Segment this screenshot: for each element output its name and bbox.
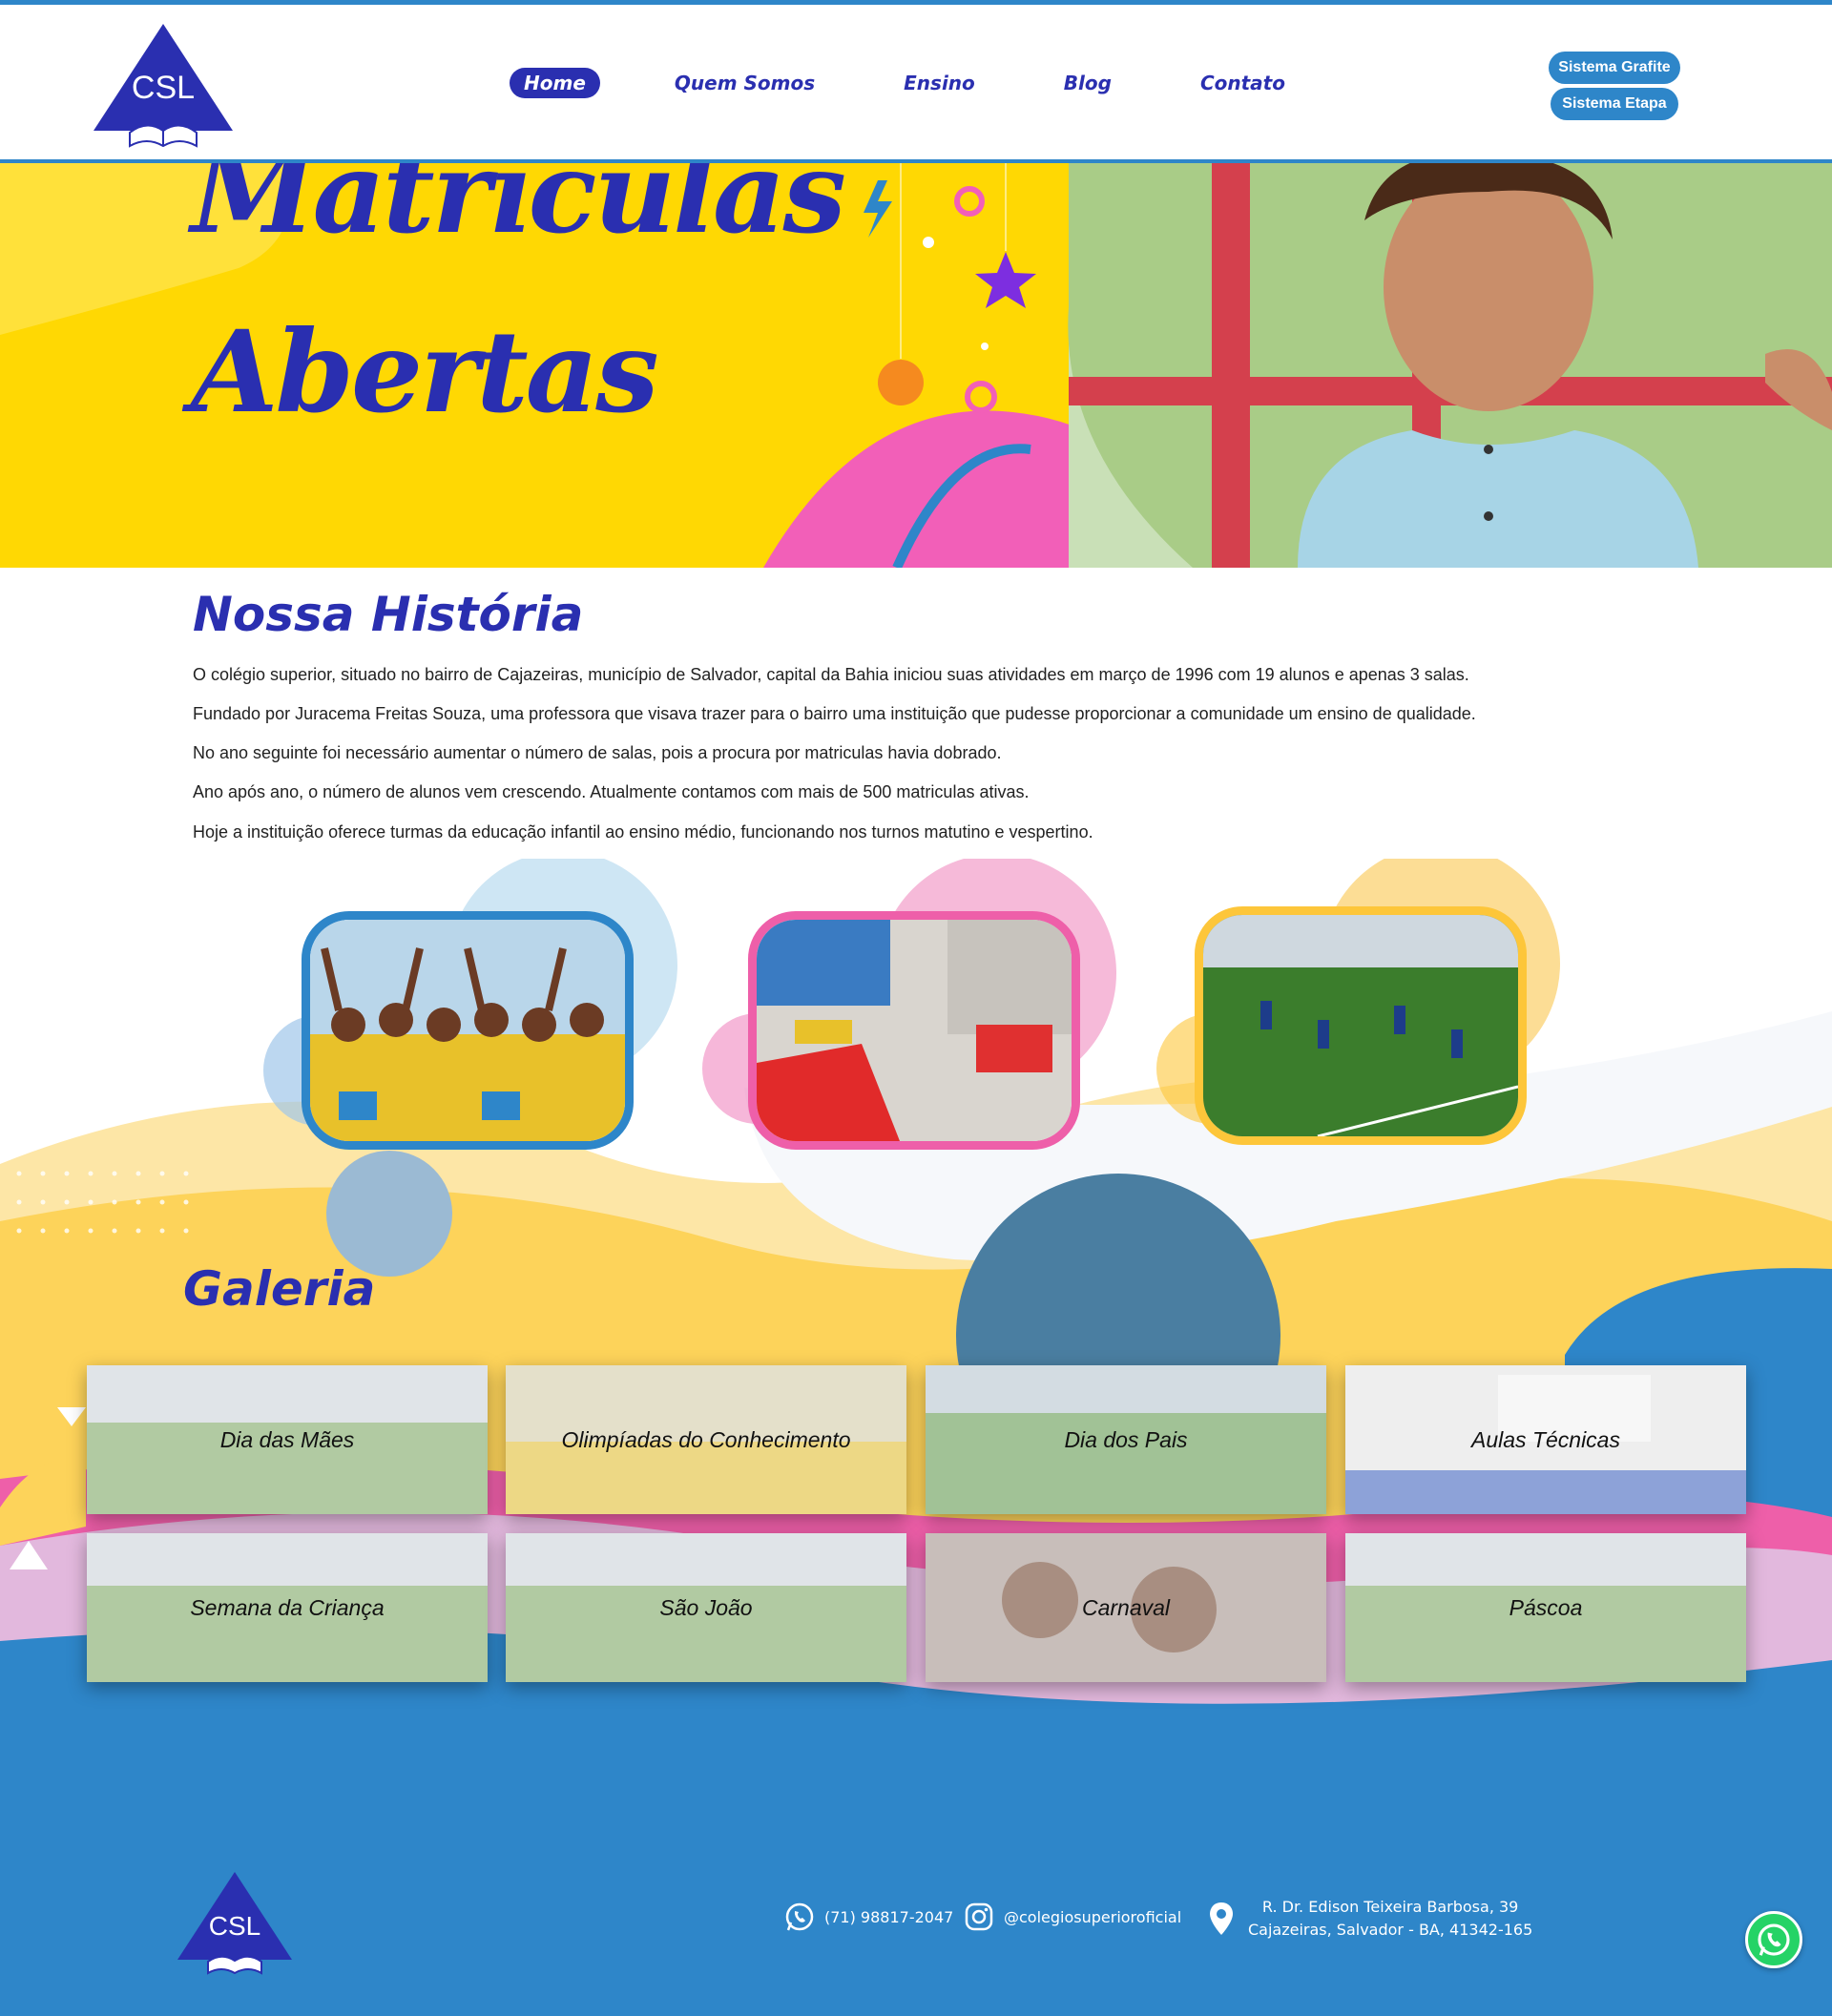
address-line-1: R. Dr. Edison Teixeira Barbosa, 39 (1261, 1898, 1519, 1916)
gallery-item-label: Carnaval (1081, 1594, 1171, 1620)
whatsapp-float-button[interactable] (1745, 1911, 1802, 1968)
gallery-item-label: Semana da Criança (190, 1594, 385, 1620)
gallery-item-label: Dia das Mães (219, 1426, 355, 1452)
history-paragraph: Hoje a instituição oferece turmas da edu… (193, 822, 1093, 842)
history-paragraph: No ano seguinte foi necessário aumentar … (193, 743, 1002, 762)
sistema-grafite-button[interactable]: Sistema Grafite (1549, 52, 1680, 84)
site-footer: CSL (71) 98817-2047 @colegiosuperiorofic… (0, 1775, 1832, 2016)
footer-phone[interactable]: (71) 98817-2047 (784, 1902, 953, 1932)
whatsapp-icon (785, 1902, 814, 1931)
gallery-item-sao-joao[interactable]: São João (506, 1533, 906, 1682)
history-paragraph: Ano após ano, o número de alunos vem cre… (193, 782, 1030, 801)
site-header: CSL Home Quem Somos Ensino Blog Contato … (0, 0, 1832, 163)
gallery-item-semana-da-crianca[interactable]: Semana da Criança (87, 1533, 488, 1682)
gallery-item-label: Olimpíadas do Conhecimento (561, 1426, 851, 1452)
instagram-icon (965, 1902, 993, 1931)
gallery-item-aulas-tecnicas[interactable]: Aulas Técnicas (1345, 1365, 1746, 1514)
hero-headline-line1: Matrículas (191, 163, 846, 259)
hero-headline-line2: Abertas (191, 305, 659, 438)
nav-ensino[interactable]: Ensino (889, 68, 989, 98)
instagram-handle: @colegiosuperioroficial (1004, 1907, 1182, 1926)
logo-text: CSL (132, 70, 195, 106)
history-paragraph: Fundado por Juracema Freitas Souza, uma … (193, 704, 1476, 723)
gallery-item-label: Aulas Técnicas (1471, 1426, 1620, 1452)
gallery-item-label: Dia dos Pais (1064, 1426, 1188, 1452)
photo-classroom (748, 911, 1080, 1150)
footer-instagram[interactable]: @colegiosuperioroficial (964, 1902, 1181, 1932)
gallery-item-label: Páscoa (1509, 1594, 1583, 1620)
gallery-item-dia-dos-pais[interactable]: Dia dos Pais (926, 1365, 1326, 1514)
photo-students-celebrating (302, 911, 634, 1150)
csl-logo[interactable]: CSL (92, 20, 235, 148)
hero-banner[interactable]: Matrículas Abertas (0, 163, 1832, 568)
sistema-etapa-button[interactable]: Sistema Etapa (1551, 88, 1678, 120)
gallery-item-label: São João (659, 1594, 753, 1620)
gallery-item-carnaval[interactable]: Carnaval (926, 1533, 1326, 1682)
history-paragraph: O colégio superior, situado no bairro de… (193, 665, 1469, 684)
history-title: Nossa História (193, 587, 584, 642)
nav-blog[interactable]: Blog (1050, 68, 1126, 98)
footer-logo-text: CSL (209, 1911, 260, 1941)
gallery-title: Galeria (183, 1261, 376, 1317)
gallery-item-dia-das-maes[interactable]: Dia das Mães (87, 1365, 488, 1514)
whatsapp-icon (1758, 1923, 1790, 1956)
gallery-item-pascoa[interactable]: Páscoa (1345, 1533, 1746, 1682)
nav-contato[interactable]: Contato (1186, 68, 1300, 98)
footer-csl-logo[interactable]: CSL (176, 1870, 294, 1975)
gallery-item-olimpiadas[interactable]: Olimpíadas do Conhecimento (506, 1365, 906, 1514)
location-pin-icon (1210, 1902, 1233, 1935)
nav-quem-somos[interactable]: Quem Somos (660, 68, 829, 98)
nav-home[interactable]: Home (510, 68, 600, 98)
main-nav: Home Quem Somos Ensino Blog Contato (510, 68, 1360, 98)
address-line-2: Cajazeiras, Salvador - BA, 41342-165 (1248, 1921, 1533, 1939)
photo-soccer-field (1195, 906, 1527, 1145)
footer-address[interactable]: R. Dr. Edison Teixeira Barbosa, 39 Cajaz… (1208, 1896, 1532, 1942)
phone-number: (71) 98817-2047 (824, 1907, 954, 1926)
